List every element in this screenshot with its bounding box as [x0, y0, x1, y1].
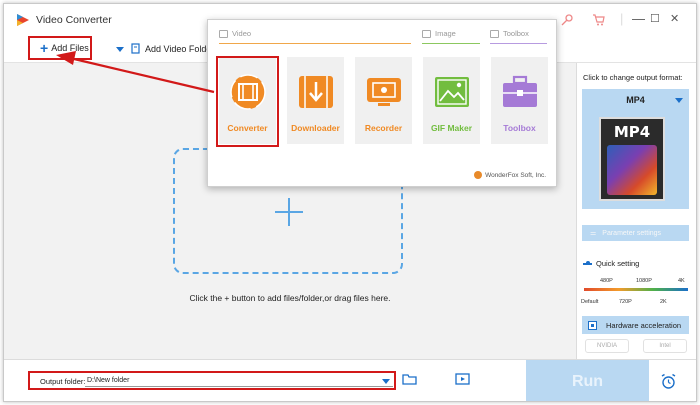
launcher-popup: Video Image Toolbox Converter Downloader… — [207, 19, 557, 187]
chevron-down-icon[interactable] — [382, 379, 390, 384]
add-video-folder-label: Add Video Folder — [145, 43, 215, 54]
scale-720p: 720P — [619, 299, 632, 305]
brand-footer: WonderFox Soft, Inc. — [474, 171, 546, 179]
parameter-settings-label: Parameter settings — [602, 229, 662, 237]
section-toolbox: Toolbox — [490, 29, 529, 38]
cart-icon[interactable] — [592, 13, 606, 27]
run-button[interactable]: Run — [526, 360, 649, 401]
section-video-label: Video — [232, 29, 252, 38]
scale-480p: 480P — [600, 278, 613, 284]
divider — [422, 43, 480, 44]
screen-record-icon — [367, 78, 401, 106]
chevron-down-icon[interactable] — [116, 47, 124, 52]
quality-slider[interactable] — [584, 288, 688, 291]
key-icon[interactable] — [560, 13, 574, 27]
drop-hint: Click the + button to add files/folder,o… — [189, 293, 391, 303]
sliders-icon: ⚌ — [590, 230, 597, 237]
section-toolbox-label: Toolbox — [503, 29, 529, 38]
divider — [219, 43, 411, 44]
hardware-acceleration-toggle[interactable]: Hardware acceleration — [582, 316, 689, 334]
close-button[interactable]: ✕ — [670, 12, 679, 26]
output-preview-icon[interactable] — [455, 372, 471, 386]
image-icon — [435, 77, 469, 107]
tile-toolbox-label: Toolbox — [503, 123, 536, 133]
tile-toolbox[interactable]: Toolbox — [491, 57, 548, 144]
output-folder-box: Output folder: D:\New folder — [28, 371, 396, 390]
divider — [490, 43, 547, 44]
quick-setting-text: Quick setting — [596, 259, 640, 268]
toolbox-section-icon — [490, 29, 499, 38]
add-files-label: Add Files — [51, 43, 89, 53]
plus-icon: + — [40, 40, 49, 56]
scale-4k: 4K — [678, 278, 685, 284]
minimize-button[interactable]: — — [632, 12, 645, 26]
format-name: MP4 — [626, 95, 645, 105]
wonderfox-logo-icon — [474, 171, 483, 179]
section-image: Image — [422, 29, 456, 38]
parameter-settings-button[interactable]: ⚌ Parameter settings — [582, 225, 689, 241]
toolbox-icon — [503, 75, 537, 107]
add-folder-icon — [131, 43, 140, 54]
scale-default: Default — [581, 299, 599, 305]
scale-1080p: 1080P — [636, 278, 652, 284]
slider-icon — [583, 260, 592, 265]
alarm-clock-icon[interactable] — [660, 373, 677, 390]
output-format-panel: Click to change output format: MP4 MP4 ⚌… — [576, 63, 696, 359]
film-strip-icon — [607, 145, 657, 195]
intel-badge: Intel — [643, 339, 687, 353]
add-plus-icon-bar — [275, 211, 303, 213]
open-folder-icon[interactable] — [402, 372, 418, 386]
scale-2k: 2K — [660, 299, 667, 305]
nvidia-badge: NVIDIA — [585, 339, 629, 353]
tile-recorder-label: Recorder — [364, 123, 403, 133]
tile-downloader[interactable]: Downloader — [287, 57, 344, 144]
mp4-icon-text: MP4 — [613, 123, 651, 141]
image-icon — [422, 29, 431, 38]
add-files-button[interactable]: + Add Files — [28, 36, 92, 60]
bottom-bar: Output folder: D:\New folder Run — [4, 359, 696, 401]
tile-recorder[interactable]: Recorder — [355, 57, 412, 144]
hardware-acceleration-label: Hardware acceleration — [606, 320, 682, 330]
tile-gif-maker[interactable]: GIF Maker — [423, 57, 480, 144]
maximize-button[interactable]: ☐ — [650, 12, 660, 26]
add-video-folder-button[interactable]: Add Video Folder — [131, 43, 214, 54]
brand-footer-text: WonderFox Soft, Inc. — [485, 171, 546, 179]
tile-downloader-label: Downloader — [291, 123, 340, 133]
checkbox-icon — [588, 320, 597, 330]
app-logo-icon — [17, 14, 29, 26]
output-folder-label: Output folder: — [40, 377, 86, 386]
separator: | — [620, 11, 624, 26]
output-folder-field[interactable]: D:\New folder — [85, 375, 393, 387]
app-window: Video Converter | — ☐ ✕ + Add Files Add … — [3, 3, 697, 402]
quick-setting-label: Quick setting — [583, 259, 639, 268]
download-icon — [299, 76, 333, 108]
app-title: Video Converter — [36, 14, 112, 26]
tile-gif-maker-label: GIF Maker — [430, 123, 473, 133]
converter-highlight-box — [216, 56, 279, 147]
section-video: Video — [219, 29, 251, 38]
mp4-format-icon: MP4 — [599, 117, 665, 201]
output-format-label: Click to change output format: — [583, 73, 683, 82]
video-icon — [219, 29, 228, 38]
output-format-selector[interactable]: MP4 MP4 — [582, 89, 689, 209]
chevron-down-icon — [675, 98, 683, 103]
section-image-label: Image — [435, 29, 456, 38]
